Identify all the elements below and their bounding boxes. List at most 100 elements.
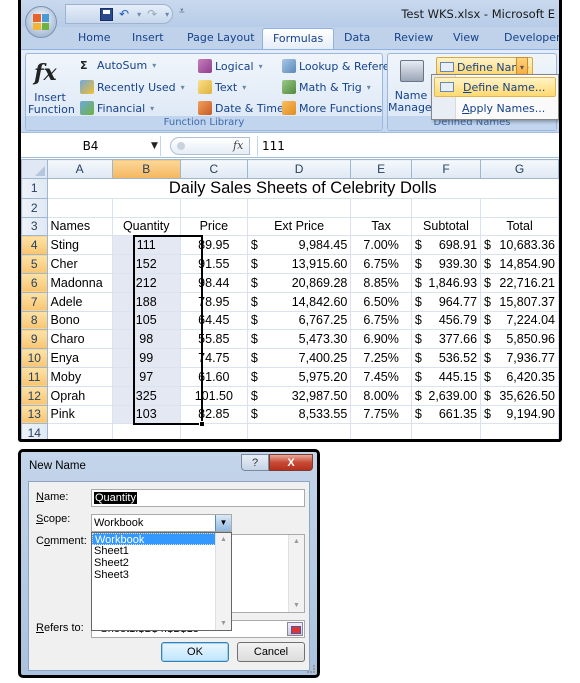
cell-quantity[interactable]: 105 (111, 310, 181, 331)
name-input[interactable]: Quantity (91, 489, 305, 507)
cell-quantity[interactable]: 188 (111, 291, 181, 312)
fill-handle[interactable] (199, 421, 205, 427)
cell-total[interactable]: $7,936.77 (480, 348, 559, 368)
tab-developer[interactable]: Developer (504, 31, 559, 44)
row-header[interactable]: 1 (21, 177, 48, 199)
row-header[interactable]: 4 (21, 235, 48, 256)
cell-quantity[interactable]: 97 (111, 366, 181, 387)
cell-quantity[interactable]: 325 (111, 385, 181, 406)
cell-tax[interactable]: 6.75% (350, 254, 412, 274)
cell-ext-price[interactable]: $8,533.55 (246, 404, 352, 425)
tab-data[interactable]: Data (344, 31, 370, 44)
resize-grip[interactable] (307, 665, 315, 673)
tab-home[interactable]: Home (78, 31, 110, 44)
row-header[interactable]: 5 (21, 254, 48, 274)
cell-tax[interactable]: 8.00% (350, 385, 412, 406)
row-header[interactable]: 11 (21, 366, 48, 387)
cell-ext-price[interactable]: $9,984.45 (246, 235, 352, 256)
cell[interactable] (46, 423, 113, 439)
name-box[interactable]: B4 (21, 136, 161, 156)
cell-name[interactable]: Moby (46, 366, 113, 387)
cell-ext-price[interactable]: $13,915.60 (246, 254, 352, 274)
cell-subtotal[interactable]: $661.35 (410, 404, 482, 425)
cell-total[interactable]: $15,807.37 (480, 291, 559, 312)
close-button[interactable]: X (269, 454, 313, 471)
cell[interactable] (350, 423, 412, 439)
column-header-a[interactable]: A (46, 159, 113, 179)
cell-name[interactable]: Charo (46, 329, 113, 350)
column-header-g[interactable]: G (480, 159, 559, 179)
cell-ext-price[interactable]: $14,842.60 (246, 291, 352, 312)
cell[interactable] (480, 423, 559, 439)
cell-subtotal[interactable]: $456.79 (410, 310, 482, 331)
cell-ext-price[interactable]: $6,767.25 (246, 310, 352, 331)
scope-option[interactable]: Workbook (92, 533, 216, 546)
row-header[interactable]: 8 (21, 310, 48, 331)
cell-price[interactable]: 74.75 (179, 348, 248, 368)
help-button[interactable]: ? (241, 454, 269, 471)
cell-name[interactable]: Enya (46, 348, 113, 368)
scope-dropdown-icon[interactable]: ▼ (215, 515, 231, 531)
autosum-button[interactable]: Σ AutoSum ▾ (80, 59, 156, 72)
cell[interactable] (179, 197, 248, 218)
cell-total[interactable]: $14,854.90 (480, 254, 559, 274)
column-header-e[interactable]: E (350, 159, 412, 179)
formula-input[interactable]: 111 (257, 136, 285, 156)
cell-tax[interactable]: 8.85% (350, 272, 412, 293)
column-header-f[interactable]: F (410, 159, 482, 179)
cell-price[interactable]: 55.85 (179, 329, 248, 350)
header-cell-quantity[interactable]: Quantity (111, 216, 181, 237)
cell-subtotal[interactable]: $698.91 (410, 235, 482, 256)
cell-price[interactable]: 91.55 (179, 254, 248, 274)
row-header[interactable]: 9 (21, 329, 48, 350)
insert-function-fx-icon[interactable]: fx (233, 137, 243, 155)
cell-subtotal[interactable]: $445.15 (410, 366, 482, 387)
cell-subtotal[interactable]: $377.66 (410, 329, 482, 350)
name-manager-button[interactable]: Name Manager (388, 90, 436, 114)
cell-name[interactable]: Cher (46, 254, 113, 274)
save-icon[interactable] (100, 7, 113, 21)
column-header-c[interactable]: C (179, 159, 248, 179)
header-cell-names[interactable]: Names (46, 216, 113, 237)
office-button[interactable] (25, 6, 57, 38)
row-header[interactable]: 12 (21, 385, 48, 406)
select-all-corner[interactable] (21, 159, 48, 179)
cell[interactable] (480, 197, 559, 218)
cell-quantity[interactable]: 98 (111, 329, 181, 350)
name-box-dropdown-icon[interactable]: ▼ (151, 136, 158, 156)
cell-name[interactable]: Oprah (46, 385, 113, 406)
cell[interactable] (111, 423, 181, 439)
cell-price[interactable]: 98.44 (179, 272, 248, 293)
row-header[interactable]: 14 (21, 423, 48, 439)
cell[interactable] (350, 197, 412, 218)
cell[interactable] (179, 423, 248, 439)
cell-tax[interactable]: 7.75% (350, 404, 412, 425)
menu-item-define-name[interactable]: Define Name... (434, 77, 556, 97)
scope-select[interactable]: Workbook ▼ (91, 514, 232, 532)
row-header[interactable]: 2 (21, 197, 48, 218)
financial-button[interactable]: Financial ▾ (80, 101, 154, 115)
row-header[interactable]: 10 (21, 348, 48, 368)
cell-quantity[interactable]: 99 (111, 348, 181, 368)
cancel-button[interactable]: Cancel (237, 642, 305, 662)
cell[interactable] (410, 197, 482, 218)
math-trig-button[interactable]: Math & Trig ▾ (282, 80, 371, 94)
cell-total[interactable]: $5,850.96 (480, 329, 559, 350)
cell-quantity[interactable]: 212 (111, 272, 181, 293)
logical-button[interactable]: Logical ▾ (198, 59, 263, 73)
row-header[interactable]: 3 (21, 216, 48, 237)
row-header[interactable]: 13 (21, 404, 48, 425)
cell-total[interactable]: $10,683.36 (480, 235, 559, 256)
cell-name[interactable]: Adele (46, 291, 113, 312)
header-cell-tax[interactable]: Tax (350, 216, 412, 237)
scope-option[interactable]: Sheet3 (92, 569, 231, 581)
cell-price[interactable]: 61.60 (179, 366, 248, 387)
cell-total[interactable]: $35,626.50 (480, 385, 559, 406)
cell-name[interactable]: Madonna (46, 272, 113, 293)
cell-subtotal[interactable]: $536.52 (410, 348, 482, 368)
tab-page-layout[interactable]: Page Layout (187, 31, 255, 44)
cell[interactable] (246, 197, 352, 218)
header-cell-price[interactable]: Price (179, 216, 248, 237)
cell-total[interactable]: $7,224.04 (480, 310, 559, 331)
column-header-b[interactable]: B (111, 159, 181, 179)
